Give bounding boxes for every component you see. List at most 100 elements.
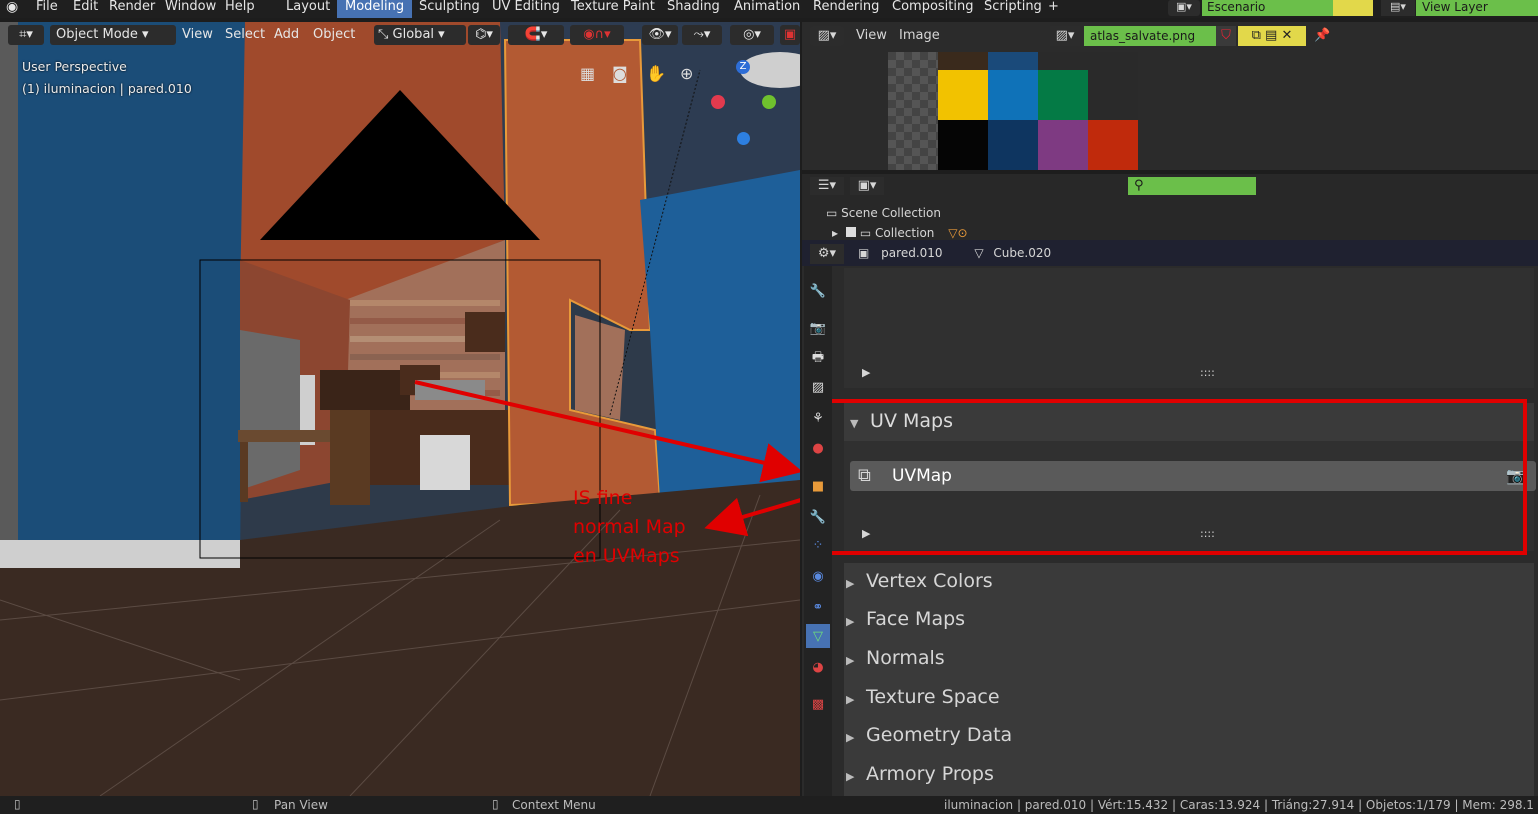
- status-bar: ▯ ▯ Pan View ▯ Context Menu iluminacion …: [0, 796, 1538, 814]
- properties-editor[interactable]: ⚙▾ ▣ pared.010 ▽ Cube.020 ▶ :::: ▼ UV Ma…: [802, 240, 1538, 796]
- transform-orientation-label: Global: [392, 27, 435, 42]
- image-menu-view[interactable]: View: [856, 28, 887, 43]
- tab-modeling[interactable]: Modeling: [337, 0, 413, 18]
- image-menu-image[interactable]: Image: [899, 28, 940, 43]
- tab-animation[interactable]: Animation: [726, 0, 808, 18]
- scene-collection-label: Scene Collection: [841, 206, 941, 220]
- gizmo-z-axis[interactable]: Z: [736, 60, 750, 74]
- gizmo-y-axis[interactable]: [762, 95, 776, 109]
- gizmo-toggle-icon[interactable]: ⤳▾: [682, 25, 722, 45]
- proportional-edit-icon[interactable]: ◉∩▾: [570, 25, 624, 45]
- scene-buttons[interactable]: [1333, 0, 1373, 16]
- tab-sculpting[interactable]: Sculpting: [411, 0, 488, 18]
- annotation-line-3: en UVMaps: [573, 545, 680, 567]
- particles-tab-icon[interactable]: ⁘: [808, 535, 828, 555]
- properties-type-icon[interactable]: ⚙▾: [810, 244, 844, 264]
- tab-layout[interactable]: Layout: [278, 0, 338, 18]
- tab-scripting[interactable]: Scripting: [976, 0, 1050, 18]
- expand-arrow-icon[interactable]: ▶: [862, 366, 870, 379]
- image-name-field[interactable]: atlas_salvate.png: [1084, 26, 1218, 46]
- outliner-scene-collection[interactable]: ▭ Scene Collection: [826, 206, 941, 220]
- menu-window[interactable]: Window: [165, 0, 216, 18]
- add-workspace-button[interactable]: +: [1040, 0, 1067, 18]
- object-tab-icon[interactable]: ■: [808, 476, 828, 496]
- panel-geometry-data[interactable]: ▶ Geometry Data: [846, 724, 1012, 746]
- constraints-tab-icon[interactable]: ⚭: [808, 597, 828, 617]
- expand-arrow-icon: ▶: [846, 615, 855, 628]
- outliner-type-icon[interactable]: ☰▾: [810, 177, 844, 195]
- panel-normals-label: Normals: [866, 647, 945, 669]
- panel-texture-space[interactable]: ▶ Texture Space: [846, 686, 1000, 708]
- atlas-swatch: [988, 70, 1038, 120]
- image-actions-buttons[interactable]: ⧉ ▤ ✕: [1238, 26, 1306, 46]
- scene-selector-icon[interactable]: ▣▾: [1168, 0, 1200, 16]
- texture-tab-icon[interactable]: ▩: [808, 694, 828, 714]
- tab-compositing[interactable]: Compositing: [884, 0, 982, 18]
- image-editor-type-icon[interactable]: ▨▾: [810, 26, 844, 46]
- menu-object[interactable]: Object: [313, 25, 355, 45]
- image-browse-icon[interactable]: ▨▾: [1050, 26, 1080, 46]
- scene-tab-icon[interactable]: ⚘: [808, 408, 828, 428]
- mesh-data-tab-icon[interactable]: ▽: [806, 624, 830, 648]
- pivot-icon[interactable]: ⌬▾: [468, 25, 500, 45]
- tab-texture-paint[interactable]: Texture Paint: [563, 0, 663, 18]
- pan-hand-icon[interactable]: ✋: [646, 64, 666, 83]
- transform-orientation-dropdown[interactable]: ⤡ Global ▾: [374, 25, 466, 45]
- breadcrumb-object[interactable]: pared.010: [881, 246, 942, 260]
- view-layer-tab-icon[interactable]: ▨: [808, 377, 828, 397]
- menu-edit[interactable]: Edit: [73, 0, 98, 18]
- zoom-icon[interactable]: ⊕: [680, 64, 693, 83]
- 3d-viewport[interactable]: User Perspective (1) iluminacion | pared…: [0, 22, 800, 796]
- image-editor[interactable]: ▨▾ View Image ▨▾ atlas_salvate.png ⛉ ⧉ ▤…: [802, 22, 1538, 170]
- tool-tab-icon[interactable]: 🔧: [808, 281, 828, 301]
- tab-rendering[interactable]: Rendering: [805, 0, 887, 18]
- render-tab-icon[interactable]: 📷: [808, 318, 828, 338]
- expand-arrow-icon: ▸: [832, 226, 839, 240]
- editor-type-icon[interactable]: ⌗▾: [8, 25, 44, 45]
- outliner-collection-row[interactable]: ▸ ▭ Collection ▽⊙: [832, 226, 968, 240]
- panel-face-maps-label: Face Maps: [866, 608, 966, 630]
- view-layer-field[interactable]: View Layer: [1416, 0, 1538, 16]
- blender-logo-icon[interactable]: ◉: [6, 0, 18, 18]
- collection-icon: ▭: [826, 206, 838, 220]
- menu-file[interactable]: File: [36, 0, 58, 18]
- menu-select[interactable]: Select: [225, 25, 265, 45]
- overlay-icon[interactable]: ◎▾: [730, 25, 774, 45]
- panel-vertex-colors[interactable]: ▶ Vertex Colors: [846, 570, 993, 592]
- atlas-swatch: [1038, 120, 1088, 170]
- resize-handle[interactable]: ::::: [1200, 366, 1215, 379]
- output-tab-icon[interactable]: 🖶: [808, 349, 828, 369]
- outliner[interactable]: ☰▾ ▣▾ ⚲ ▭ Scene Collection ▸ ▭ Collectio…: [802, 174, 1538, 240]
- menu-view[interactable]: View: [182, 25, 213, 45]
- grid-view-icon[interactable]: ▦: [580, 64, 595, 83]
- expand-arrow-icon: ▶: [846, 654, 855, 667]
- panel-normals[interactable]: ▶ Normals: [846, 647, 945, 669]
- snap-icon[interactable]: 🧲▾: [508, 25, 564, 45]
- panel-armory-props[interactable]: ▶ Armory Props: [846, 763, 994, 785]
- fake-user-shield-icon[interactable]: ⛉: [1216, 26, 1236, 46]
- display-mode-icon[interactable]: ▣▾: [850, 177, 884, 195]
- pin-icon[interactable]: 📌: [1314, 28, 1330, 43]
- gizmo-neg-z-axis[interactable]: [737, 132, 750, 145]
- gizmo-x-axis[interactable]: [711, 95, 725, 109]
- breadcrumb-mesh[interactable]: Cube.020: [993, 246, 1051, 260]
- tab-uv-editing[interactable]: UV Editing: [484, 0, 568, 18]
- tab-shading[interactable]: Shading: [659, 0, 728, 18]
- world-tab-icon[interactable]: ●: [808, 438, 828, 458]
- scene-name-field[interactable]: Escenario: [1202, 0, 1335, 16]
- menu-render[interactable]: Render: [109, 0, 155, 18]
- material-tab-icon[interactable]: ◕: [808, 657, 828, 677]
- atlas-swatch: [938, 52, 988, 70]
- view-layer-icon[interactable]: ▤▾: [1381, 0, 1415, 16]
- menu-help[interactable]: Help: [225, 0, 255, 18]
- camera-icon[interactable]: ◙: [612, 64, 628, 83]
- panel-face-maps[interactable]: ▶ Face Maps: [846, 608, 965, 630]
- modifier-tab-icon[interactable]: 🔧: [808, 507, 828, 527]
- outliner-search-input[interactable]: ⚲: [1128, 177, 1256, 195]
- physics-tab-icon[interactable]: ◉: [808, 566, 828, 586]
- xray-icon[interactable]: ▣: [780, 25, 800, 45]
- visibility-icon[interactable]: 👁▾: [642, 25, 678, 45]
- menu-add[interactable]: Add: [274, 25, 299, 45]
- collection-checkbox[interactable]: [845, 227, 856, 237]
- mode-dropdown[interactable]: Object Mode ▾: [50, 25, 176, 45]
